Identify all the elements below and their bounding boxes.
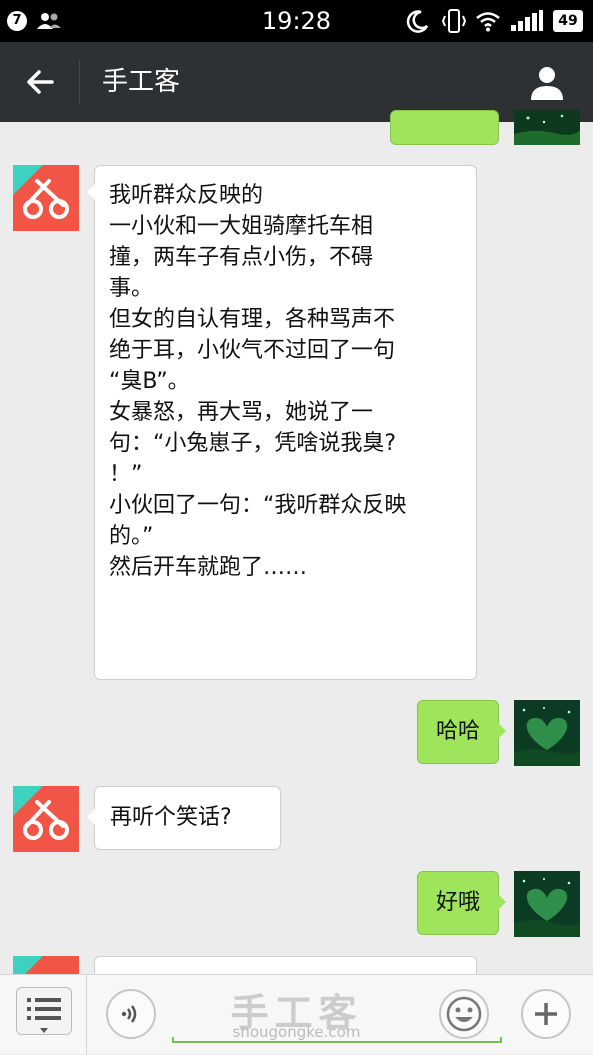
message-line: 我听群众反映的 <box>109 183 264 208</box>
user-avatar[interactable] <box>514 700 580 766</box>
scissors-avatar[interactable] <box>13 786 79 852</box>
chat-header: 手工客 <box>0 42 593 122</box>
moon-icon <box>406 10 429 33</box>
message-line: 女暴怒，再大骂，她说了一 <box>109 400 374 425</box>
message-line: 小伙回了一句：“我听群众反映 <box>109 493 407 518</box>
message-text: 再听个笑话? <box>110 805 232 830</box>
clock: 19:28 <box>261 7 332 35</box>
person-icon[interactable] <box>528 64 566 102</box>
chat-title: 手工客 <box>102 67 181 97</box>
user-avatar[interactable] <box>514 110 580 145</box>
received-message-bubble[interactable]: 我听群众反映的 一小伙和一大姐骑摩托车相 撞，两车子有点小伤，不碍 事。 但女的… <box>87 165 477 680</box>
arrow-left-icon[interactable] <box>22 64 58 100</box>
message-line: ！” <box>109 462 143 487</box>
message-line: “臭B”。 <box>109 369 190 394</box>
scissors-avatar[interactable] <box>13 165 79 231</box>
message-line: 然后开车就跑了…… <box>109 555 308 580</box>
message-line: 撞，两车子有点小伤，不碍 <box>109 245 374 270</box>
message-line: 但女的自认有理，各种骂声不 <box>109 307 396 332</box>
watermark-url: shougongke.com <box>232 1023 361 1041</box>
message-line: 事。 <box>109 276 154 301</box>
received-message-bubble[interactable]: 再听个笑话? <box>87 786 281 850</box>
battery-indicator: 49 <box>553 10 583 32</box>
message-text: 好哦 <box>435 890 480 915</box>
message-text: 哈哈 <box>435 719 480 744</box>
message-line: 绝于耳，小伙气不过回了一句 <box>109 338 396 363</box>
scissors-avatar[interactable] <box>13 956 79 974</box>
user-avatar[interactable] <box>514 871 580 937</box>
sent-message-bubble[interactable] <box>390 110 499 145</box>
sent-message-bubble[interactable]: 好哦 <box>417 871 506 935</box>
header-divider <box>79 60 80 104</box>
signal-icon <box>511 10 543 31</box>
status-bar: 7 19:28 49 <box>0 0 593 42</box>
sent-message-bubble[interactable]: 哈哈 <box>417 700 506 764</box>
message-line: 句：“小兔崽子，凭啥说我臭? <box>109 431 397 456</box>
wifi-icon <box>476 12 500 32</box>
message-line: 一小伙和一大姐骑摩托车相 <box>109 214 374 239</box>
vibrate-icon <box>441 9 467 33</box>
message-line: 的。” <box>109 524 154 549</box>
